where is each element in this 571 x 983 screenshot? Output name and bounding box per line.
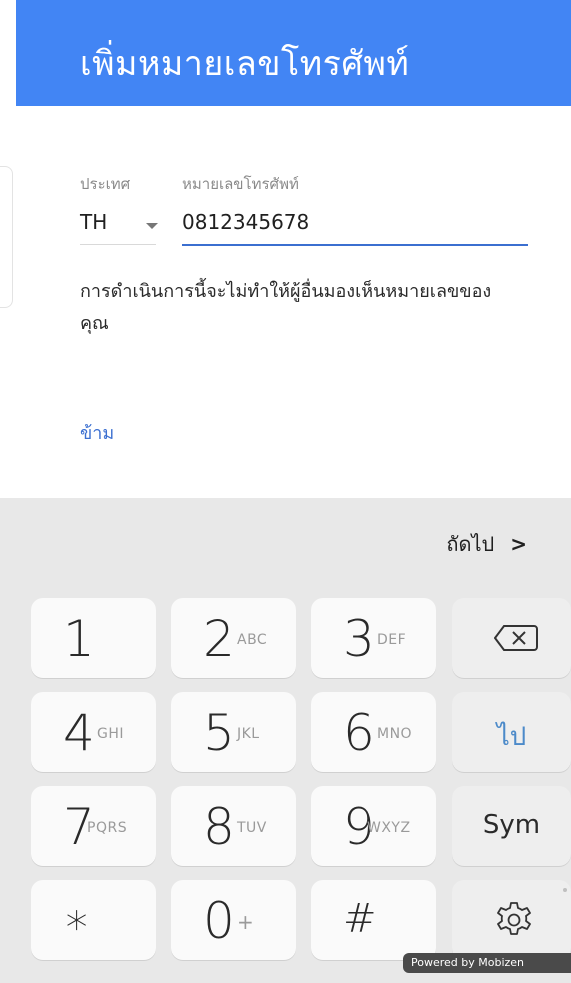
backspace-key[interactable] xyxy=(452,598,571,678)
key-star[interactable]: ∗ xyxy=(31,880,156,960)
country-select[interactable]: TH xyxy=(80,204,158,245)
key-hash[interactable]: # xyxy=(311,880,436,960)
key-digit: 6 xyxy=(343,704,375,762)
key-0[interactable]: 0 + xyxy=(171,880,296,960)
key-1[interactable]: 1 xyxy=(31,598,156,678)
key-letters: PQRS xyxy=(87,820,128,836)
key-2[interactable]: 2 ABC xyxy=(171,598,296,678)
key-4[interactable]: 4 GHI xyxy=(31,692,156,772)
previous-card-edge xyxy=(0,166,13,308)
key-letters: TUV xyxy=(237,820,267,836)
key-digit: 8 xyxy=(203,798,235,856)
numeric-keypad: 1 2 ABC 3 DEF 4 GHI 5 JKL 6 MNO ไป 7 PQR… xyxy=(0,580,571,983)
key-digit: # xyxy=(343,896,377,942)
key-digit: 1 xyxy=(63,610,95,668)
key-letters: WXYZ xyxy=(367,820,411,836)
key-digit: 0 xyxy=(203,892,235,950)
backspace-icon xyxy=(494,625,538,651)
settings-key[interactable] xyxy=(452,880,571,960)
key-letters: GHI xyxy=(97,726,125,742)
key-3[interactable]: 3 DEF xyxy=(311,598,436,678)
key-9[interactable]: 9 WXYZ xyxy=(311,786,436,866)
app-header: เพิ่มหมายเลขโทรศัพท์ xyxy=(16,0,571,106)
skip-button[interactable]: ข้าม xyxy=(80,418,114,447)
key-letters: ABC xyxy=(237,632,268,648)
indicator-dot xyxy=(563,888,567,892)
next-label: ถัดไป xyxy=(446,532,495,556)
watermark-badge: Powered by Mobizen xyxy=(403,953,571,973)
phone-value: 0812345678 xyxy=(182,210,310,234)
key-digit: 2 xyxy=(203,610,235,668)
phone-label: หมายเลขโทรศัพท์ xyxy=(182,175,299,193)
gear-icon xyxy=(497,902,531,935)
key-7[interactable]: 7 PQRS xyxy=(31,786,156,866)
form-area: ประเทศ หมายเลขโทรศัพท์ TH 0812345678 การ… xyxy=(0,106,571,498)
privacy-description: การดำเนินการนี้จะไม่ทำให้ผู้อื่นมองเห็นห… xyxy=(80,281,492,334)
dropdown-arrow-icon xyxy=(146,223,158,229)
key-6[interactable]: 6 MNO xyxy=(311,692,436,772)
page-title: เพิ่มหมายเลขโทรศัพท์ xyxy=(80,44,410,84)
key-digit: 5 xyxy=(203,704,235,762)
go-key[interactable]: ไป xyxy=(452,692,571,772)
key-8[interactable]: 8 TUV xyxy=(171,786,296,866)
keyboard-action-bar: ถัดไป > xyxy=(0,498,571,580)
key-5[interactable]: 5 JKL xyxy=(171,692,296,772)
key-letters: JKL xyxy=(237,726,260,742)
key-digit: 4 xyxy=(63,704,95,762)
sym-label: Sym xyxy=(482,810,541,840)
key-digit: 3 xyxy=(343,610,375,668)
sym-key[interactable]: Sym xyxy=(452,786,571,866)
country-label: ประเทศ xyxy=(80,175,131,193)
key-letters: + xyxy=(237,910,255,934)
key-letters: DEF xyxy=(377,632,407,648)
phone-input[interactable]: 0812345678 xyxy=(182,204,528,246)
key-letters: MNO xyxy=(377,726,413,742)
country-code: TH xyxy=(80,210,108,234)
go-label: ไป xyxy=(496,722,527,752)
next-button[interactable]: ถัดไป > xyxy=(446,528,527,560)
chevron-right-icon: > xyxy=(510,532,527,556)
key-digit: ∗ xyxy=(63,894,91,945)
